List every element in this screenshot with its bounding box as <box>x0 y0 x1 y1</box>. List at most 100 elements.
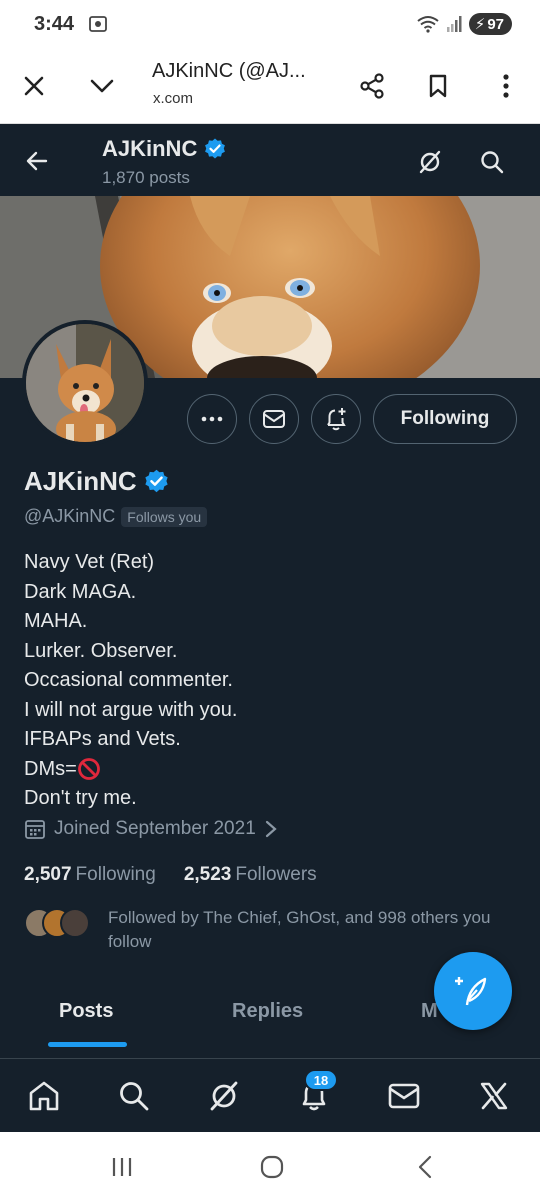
followers-stat[interactable]: 2,523 Followers <box>184 864 317 886</box>
system-nav-bar <box>0 1132 540 1200</box>
followed-by-text: Followed by The Chief, GhOst, and 998 ot… <box>108 908 491 951</box>
battery-level: 97 <box>487 15 504 33</box>
more-vertical-icon <box>503 74 509 98</box>
status-right: ⚡ 97 <box>417 13 512 35</box>
notify-button[interactable] <box>311 394 361 444</box>
bio-line: Lurker. Observer. <box>24 639 178 662</box>
bio-line: IFBAPs and Vets. <box>24 728 181 750</box>
screen: 3:44 ⚡ 97 AJKinNC (@AJ... x.com AJKinNC … <box>0 0 540 1200</box>
header-name-text: AJKinNC <box>102 136 198 161</box>
joined-text: Joined September 2021 <box>54 818 256 839</box>
bio-line: Don't try me. <box>24 787 137 809</box>
follows-you-badge: Follows you <box>121 506 208 527</box>
home-circle-icon <box>260 1155 284 1179</box>
more-options-button[interactable] <box>486 66 526 106</box>
profile-header: AJKinNC 1,870 posts <box>0 124 540 196</box>
bio-line: MAHA. <box>24 610 88 632</box>
verified-badge-icon[interactable] <box>143 468 170 495</box>
notification-badge: 18 <box>304 1069 338 1091</box>
recent-apps-button[interactable] <box>107 1152 137 1182</box>
grok-icon <box>419 150 441 174</box>
following-label: Following <box>75 864 156 885</box>
feather-plus-icon <box>455 977 487 1006</box>
bio-line: Occasional commenter. <box>24 669 233 691</box>
arrow-left-icon <box>26 151 48 171</box>
bookmark-icon <box>429 74 447 98</box>
followers-label: Followers <box>235 864 317 885</box>
signal-icon <box>446 16 462 32</box>
nav-search[interactable] <box>114 1076 154 1116</box>
search-icon <box>120 1082 149 1111</box>
following-stat[interactable]: 2,507 Following <box>24 864 156 886</box>
avatar-image <box>26 324 144 442</box>
back-nav-button[interactable] <box>410 1152 440 1182</box>
chevron-down-icon <box>90 79 114 93</box>
nav-home[interactable] <box>24 1076 64 1116</box>
home-button[interactable] <box>257 1152 287 1182</box>
screenshot-icon <box>89 16 107 32</box>
bio-line: Dark MAGA. <box>24 580 137 603</box>
search-button[interactable] <box>472 142 512 182</box>
profile-name: AJKinNC <box>24 466 170 497</box>
more-actions-button[interactable] <box>187 394 237 444</box>
grok-icon <box>210 1081 238 1111</box>
browser-page-title: AJKinNC (@AJ... <box>152 60 306 82</box>
status-time: 3:44 <box>34 12 75 35</box>
header-post-count: 1,870 posts <box>102 168 190 187</box>
bio-line: I will not argue with you. <box>24 698 238 721</box>
back-button[interactable] <box>18 142 56 180</box>
nav-messages[interactable] <box>384 1076 424 1116</box>
more-horizontal-icon <box>201 416 223 422</box>
profile-bio: Navy Vet (Ret) Dark MAGA. MAHA. Lurker. … <box>24 548 504 814</box>
bio-line: Navy Vet (Ret) <box>24 551 155 573</box>
profile-avatar[interactable] <box>22 320 148 446</box>
active-tab-indicator <box>48 1042 127 1047</box>
compose-post-button[interactable] <box>434 952 512 1030</box>
follow-stats: 2,507 Following 2,523 Followers <box>24 864 317 886</box>
followed-by-avatars <box>24 908 104 942</box>
bio-dms-text: DMs= <box>24 757 77 780</box>
browser-bar: AJKinNC (@AJ... x.com <box>0 48 540 124</box>
joined-date[interactable]: Joined September 2021 <box>24 818 278 840</box>
verified-badge-icon <box>205 138 226 159</box>
nav-x[interactable] <box>474 1076 514 1116</box>
following-count: 2,507 <box>24 864 72 885</box>
minimize-button[interactable] <box>82 66 122 106</box>
followers-count: 2,523 <box>183 864 232 885</box>
tab-replies[interactable]: Replies <box>232 1000 303 1023</box>
bottom-nav <box>0 1060 540 1132</box>
recent-apps-icon <box>112 1158 132 1176</box>
profile-handle: @AJKinNC <box>24 506 116 526</box>
bookmark-button[interactable] <box>418 66 458 106</box>
bio-line-dms: DMs= <box>24 755 504 785</box>
tab-posts[interactable]: Posts <box>59 1000 113 1023</box>
mail-icon <box>388 1083 420 1109</box>
share-icon <box>360 73 384 99</box>
battery-indicator: ⚡ 97 <box>468 13 512 35</box>
bell-plus-icon <box>327 408 346 431</box>
browser-url: x.com <box>153 90 194 107</box>
nav-grok[interactable] <box>204 1076 244 1116</box>
grok-button[interactable] <box>410 142 450 182</box>
chevron-right-icon <box>265 820 277 838</box>
following-button[interactable]: Following <box>373 394 517 444</box>
wifi-icon <box>417 16 439 33</box>
chevron-left-icon <box>418 1155 432 1179</box>
home-icon <box>29 1081 59 1111</box>
prohibited-icon <box>77 758 100 781</box>
header-name: AJKinNC <box>102 136 227 162</box>
x-logo-icon <box>480 1082 508 1110</box>
share-button[interactable] <box>352 66 392 106</box>
followed-by[interactable]: Followed by The Chief, GhOst, and 998 ot… <box>24 906 514 954</box>
handle-row: @AJKinNC Follows you <box>24 506 208 527</box>
divider <box>0 1058 540 1059</box>
charging-icon: ⚡ <box>474 16 486 33</box>
close-icon <box>24 76 44 96</box>
avatar <box>60 908 90 938</box>
status-bar: 3:44 ⚡ 97 <box>0 0 540 48</box>
message-button[interactable] <box>249 394 299 444</box>
calendar-icon <box>25 820 45 839</box>
mail-icon <box>263 410 285 428</box>
profile-name-text: AJKinNC <box>24 466 137 496</box>
close-button[interactable] <box>14 66 54 106</box>
